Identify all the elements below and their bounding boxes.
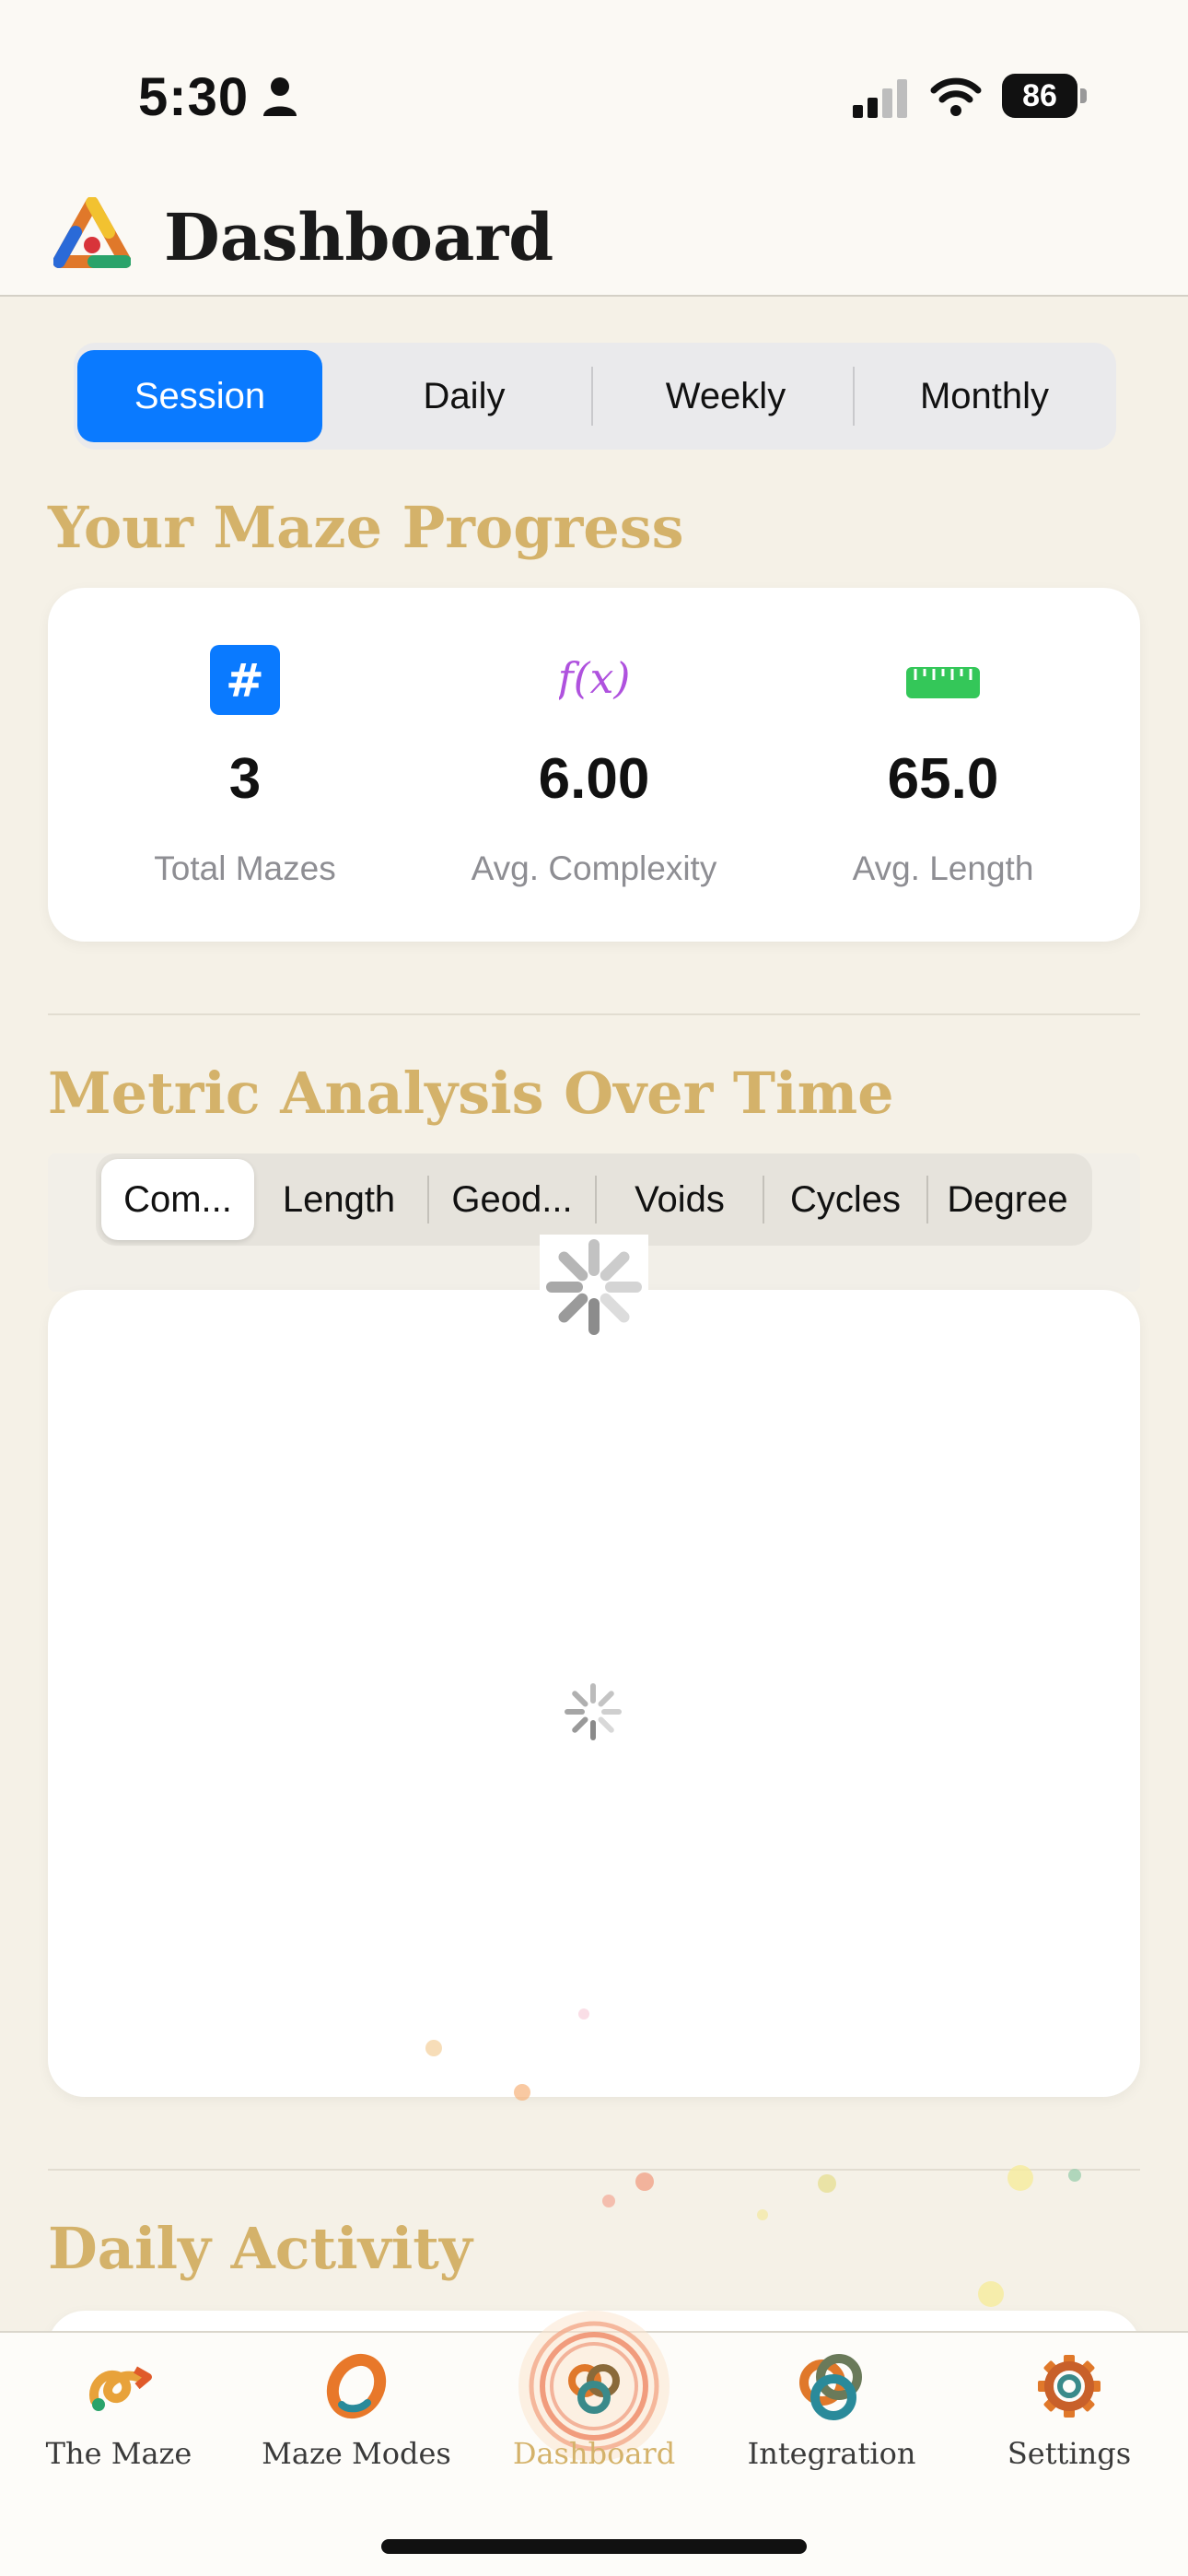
stat-label: Avg. Complexity: [471, 849, 717, 887]
cellular-signal-icon: [853, 79, 907, 118]
metric-tab-complexity[interactable]: Com...: [101, 1159, 254, 1240]
tab-label: Integration: [747, 2436, 916, 2471]
tab-dashboard[interactable]: Dashboard: [475, 2311, 713, 2517]
svg-text:ƒ(x): ƒ(x): [559, 653, 629, 703]
metric-segmented-control: Com... Length Geod... Voids Cycles Degre…: [96, 1153, 1092, 1246]
metric-tab-length[interactable]: Length: [260, 1159, 418, 1240]
tab-monthly[interactable]: Monthly: [856, 350, 1112, 442]
tab-settings[interactable]: Settings: [950, 2333, 1188, 2517]
function-icon: ƒ(x): [559, 653, 629, 703]
app-logo-icon: [53, 197, 131, 268]
section-divider: [48, 2169, 1140, 2171]
tab-label: The Maze: [45, 2436, 192, 2471]
stat-value: 6.00: [538, 747, 650, 811]
loading-spinner-icon: [565, 1683, 622, 1740]
battery-indicator: 86: [1002, 74, 1087, 118]
person-icon: [263, 77, 297, 116]
wifi-icon: [930, 77, 982, 116]
integration-rings-icon: [799, 2354, 862, 2420]
metric-tab-degree[interactable]: Degree: [928, 1159, 1087, 1240]
stat-value: 3: [228, 747, 262, 811]
section-divider: [48, 1013, 1140, 1015]
daily-activity-title: Daily Activity: [48, 2215, 472, 2282]
metric-analysis-title: Metric Analysis Over Time: [48, 1060, 894, 1127]
svg-text:#: #: [226, 654, 264, 708]
metric-tab-cycles[interactable]: Cycles: [764, 1159, 926, 1240]
battery-level: 86: [1002, 74, 1077, 118]
tab-label: Dashboard: [512, 2436, 676, 2471]
dashboard-knot-icon: [568, 2364, 620, 2414]
settings-gear-icon: [1038, 2355, 1101, 2418]
metric-chart-card: [48, 1290, 1140, 2097]
tab-integration[interactable]: Integration: [713, 2333, 950, 2517]
progress-stats-card: # 3 Total Mazes ƒ(x) 6.00 Avg. Complexit…: [48, 588, 1140, 942]
status-bar: 5:30 86: [0, 0, 1188, 175]
progress-section-title: Your Maze Progress: [48, 494, 684, 561]
hash-icon: #: [210, 645, 280, 715]
page-title: Dashboard: [164, 199, 554, 275]
stat-label: Avg. Length: [852, 849, 1034, 887]
home-indicator[interactable]: [381, 2539, 807, 2554]
loading-overlay: [540, 1235, 648, 1340]
stat-value: 65.0: [887, 747, 999, 811]
metric-tab-voids[interactable]: Voids: [597, 1159, 763, 1240]
metric-tab-geodesic[interactable]: Geod...: [429, 1159, 595, 1240]
loading-spinner-large-icon: [546, 1239, 642, 1335]
tab-label: Maze Modes: [262, 2436, 451, 2471]
nav-header: Dashboard: [0, 175, 1188, 297]
period-segmented-control: Session Daily Weekly Monthly: [74, 343, 1116, 450]
tab-maze-modes[interactable]: Maze Modes: [238, 2333, 475, 2517]
maze-swirl-icon: [89, 2366, 152, 2411]
maze-modes-icon: [326, 2353, 387, 2419]
stat-label: Total Mazes: [154, 849, 336, 887]
tab-the-maze[interactable]: The Maze: [0, 2333, 238, 2517]
tab-daily[interactable]: Daily: [333, 350, 595, 442]
tab-label: Settings: [1007, 2436, 1132, 2471]
status-time: 5:30: [138, 67, 250, 127]
tab-weekly[interactable]: Weekly: [595, 350, 856, 442]
ruler-icon: [906, 667, 980, 698]
tab-session[interactable]: Session: [77, 350, 322, 442]
